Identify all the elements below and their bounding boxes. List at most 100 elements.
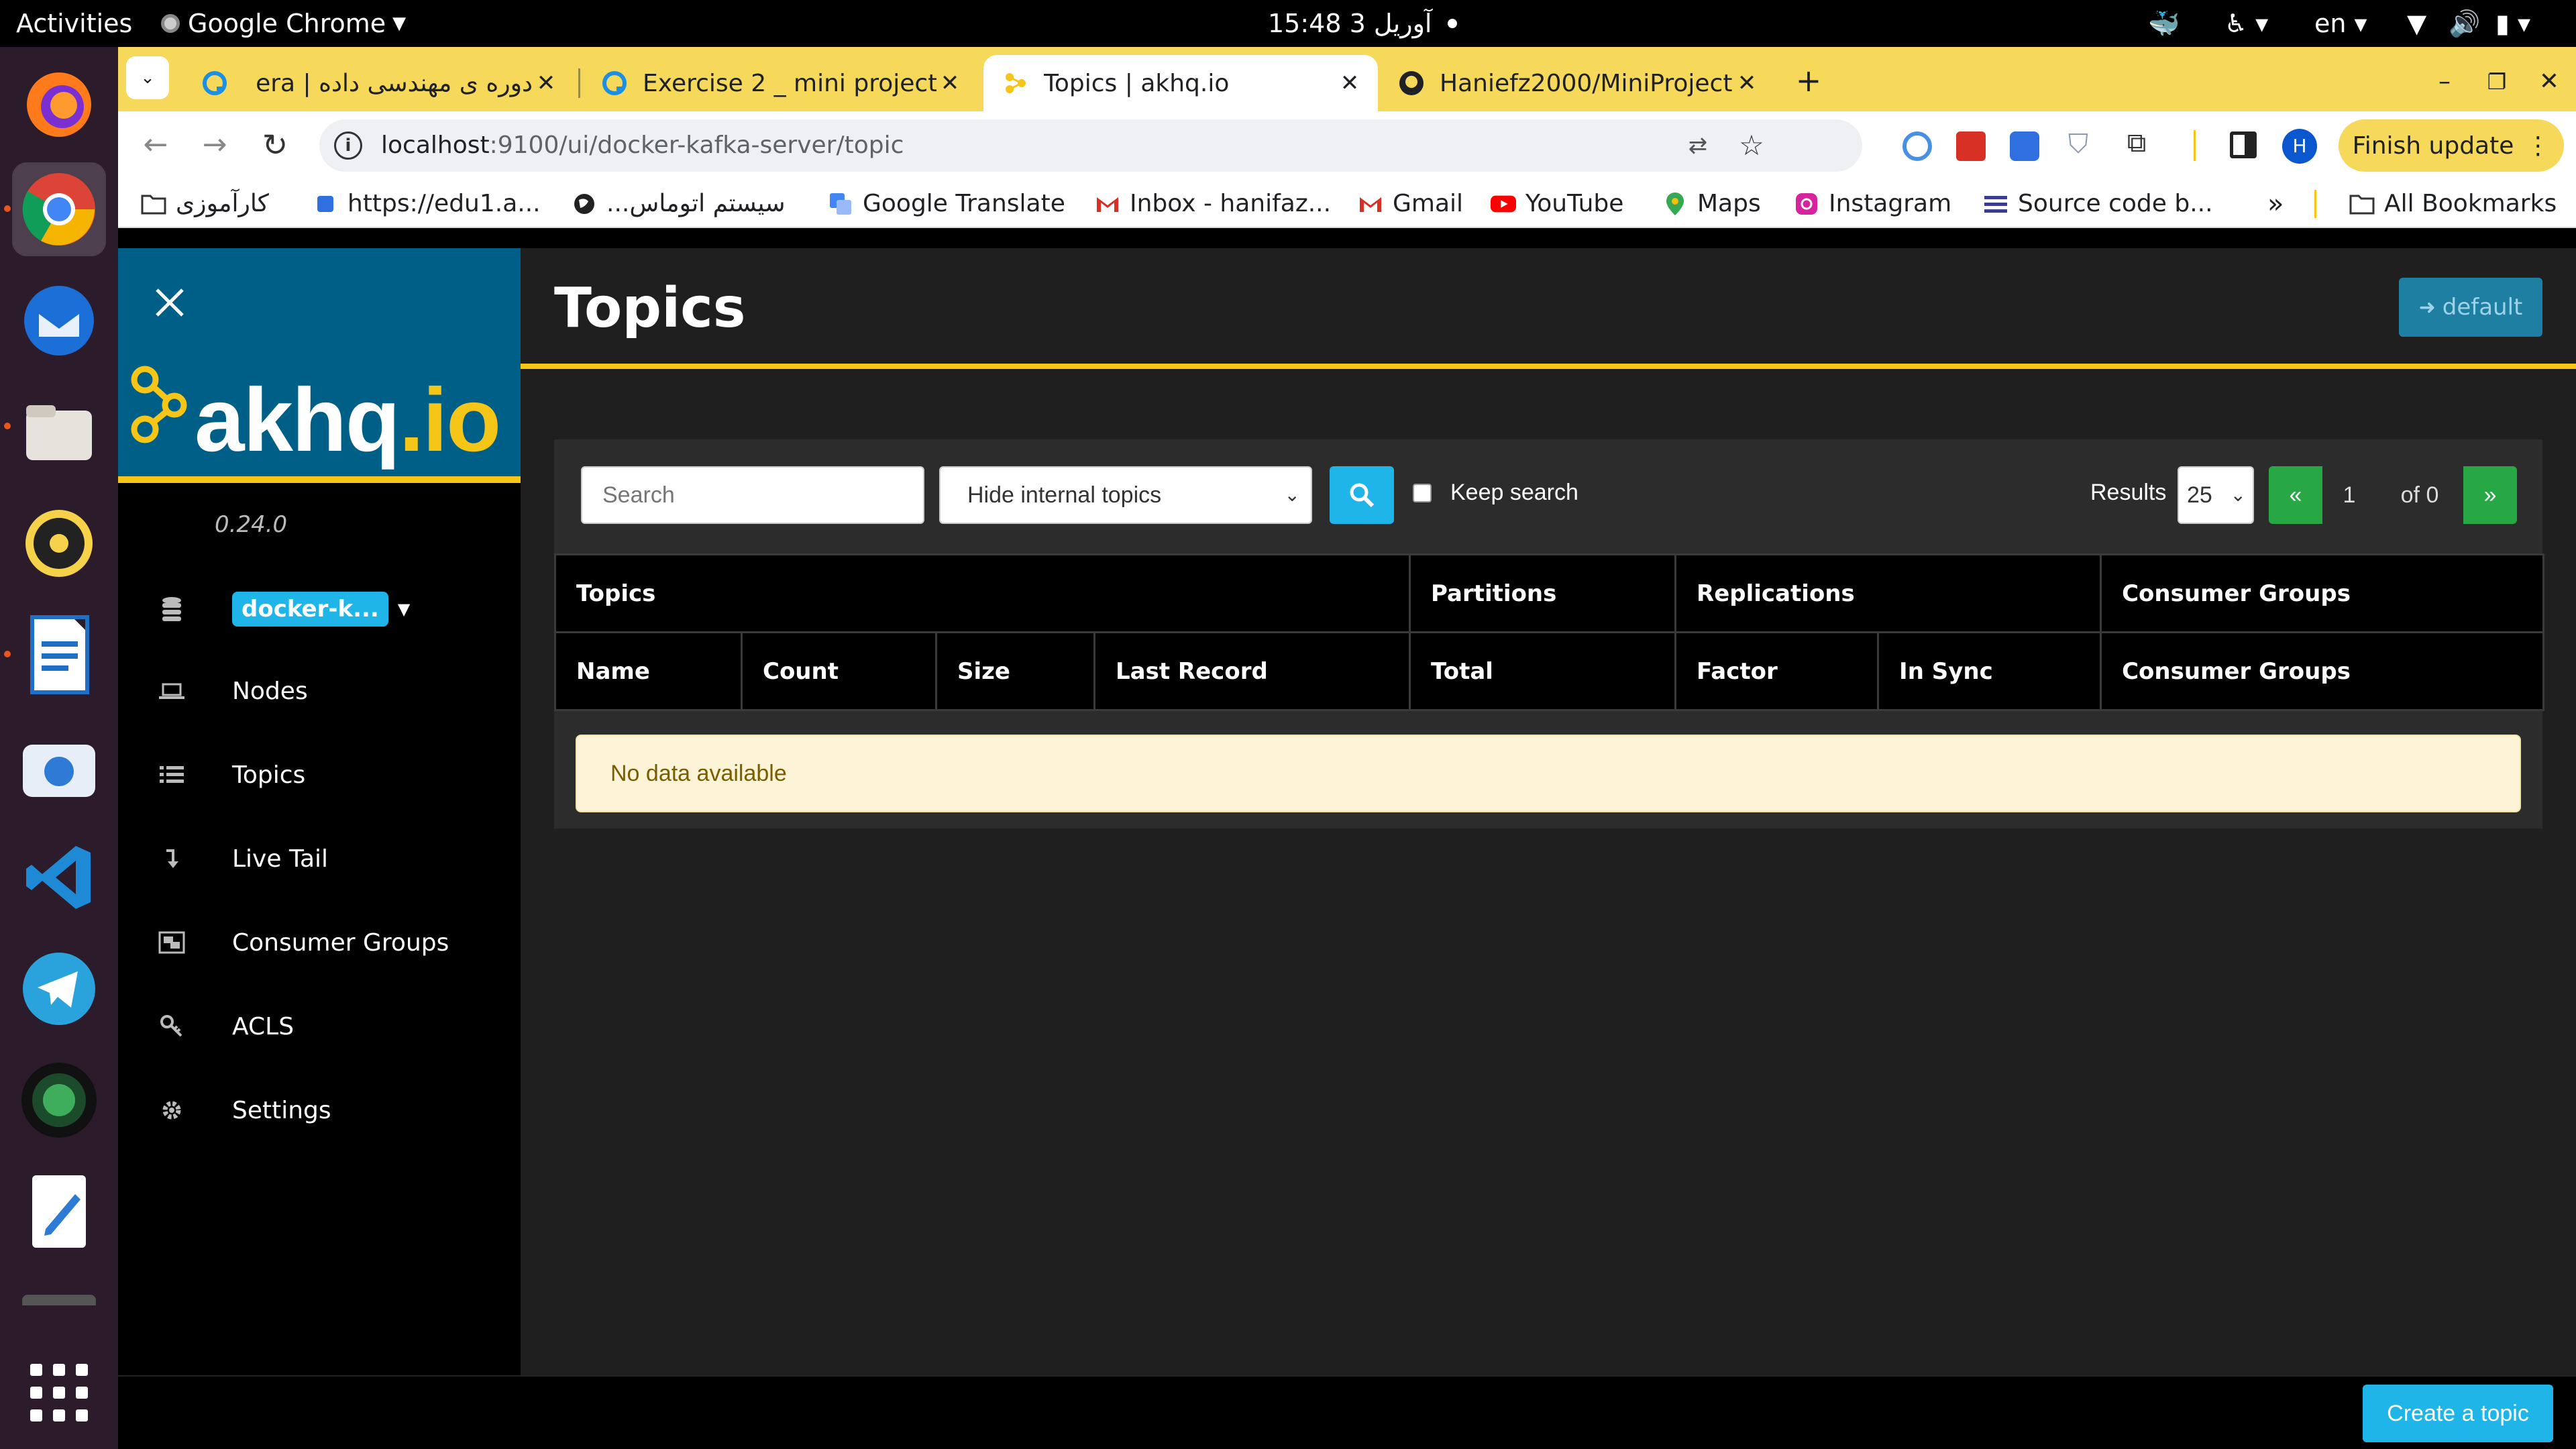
- column-header-name[interactable]: Name: [554, 631, 743, 711]
- bookmark-item[interactable]: Inbox - hanifaz...: [1095, 180, 1331, 228]
- vscode-icon[interactable]: [12, 830, 106, 924]
- finish-update-button[interactable]: Finish update ⋮: [2339, 119, 2564, 172]
- more-bookmarks-button[interactable]: »: [2267, 180, 2284, 228]
- bookmark-item[interactable]: Google Translate: [828, 180, 1065, 228]
- terminal-icon[interactable]: [12, 1287, 106, 1313]
- software-icon[interactable]: [12, 719, 106, 813]
- sidebar-item-label: Nodes: [232, 677, 308, 705]
- column-header-count[interactable]: Count: [741, 631, 937, 711]
- forward-button[interactable]: →: [195, 125, 235, 165]
- address-bar[interactable]: i localhost:9100/ui/docker-kafka-server/…: [319, 119, 1862, 172]
- activities-button[interactable]: Activities: [16, 0, 132, 47]
- close-icon: [156, 288, 184, 317]
- translate-icon[interactable]: ⇄: [1681, 129, 1715, 162]
- extension-blue-icon[interactable]: [2010, 131, 2039, 161]
- firefox-icon[interactable]: [12, 58, 106, 152]
- column-header-total[interactable]: Total: [1409, 631, 1677, 711]
- column-header-consumer-groups[interactable]: Consumer Groups: [2100, 631, 2545, 711]
- cluster-selector[interactable]: docker-k... ▼: [152, 582, 410, 636]
- running-indicator: [4, 423, 11, 429]
- back-button[interactable]: ←: [136, 125, 176, 165]
- site-info-icon[interactable]: i: [334, 131, 362, 160]
- table-group-header-row: Topics Partitions Replications Consumer …: [553, 553, 2545, 633]
- battery-icon[interactable]: ▮ ▾: [2496, 0, 2530, 47]
- reload-button[interactable]: ↻: [255, 125, 295, 165]
- close-icon[interactable]: ✕: [1336, 70, 1363, 97]
- wifi-icon[interactable]: ▼: [2407, 0, 2426, 47]
- user-button[interactable]: ➜ default: [2399, 278, 2542, 337]
- app-version: 0.24.0: [215, 511, 288, 538]
- create-topic-button[interactable]: Create a topic: [2363, 1385, 2553, 1442]
- thunderbird-icon[interactable]: [12, 274, 106, 368]
- globe-icon: [313, 191, 338, 217]
- bookmark-item[interactable]: Source code b...: [1983, 180, 2213, 228]
- clock[interactable]: 15:48 آوریل 3: [1268, 0, 1458, 47]
- profile-avatar[interactable]: H: [2282, 129, 2317, 164]
- column-header-in-sync[interactable]: In Sync: [1877, 631, 2102, 711]
- first-page-button[interactable]: «: [2269, 466, 2322, 524]
- bookmark-item[interactable]: https://edu1.a...: [313, 180, 541, 228]
- extensions-puzzle-icon[interactable]: ⧉: [2120, 127, 2153, 161]
- close-icon[interactable]: ✕: [936, 70, 963, 97]
- tab-search-button[interactable]: ⌄: [126, 56, 169, 99]
- column-header-size[interactable]: Size: [935, 631, 1095, 711]
- tab-exercise[interactable]: Exercise 2 _ mini project ✕: [582, 55, 978, 111]
- page-header: Topics ➜ default: [521, 248, 2576, 369]
- bookmark-item[interactable]: YouTube: [1491, 180, 1623, 228]
- akhq-logo[interactable]: akhq.io: [127, 349, 517, 470]
- current-page[interactable]: 1: [2322, 466, 2376, 524]
- arrow-left-icon: ←: [143, 127, 168, 162]
- page-size-select[interactable]: 25 ⌄: [2178, 466, 2254, 524]
- search-icon: [1350, 483, 1375, 508]
- shield-icon[interactable]: ⛉: [2063, 129, 2093, 162]
- tab-github[interactable]: Haniefz2000/MiniProject ✕: [1379, 55, 1775, 111]
- sidebar-item-acls[interactable]: ACLS: [152, 1000, 294, 1053]
- bookmark-item[interactable]: Instagram: [1794, 180, 1951, 228]
- close-icon[interactable]: ✕: [533, 70, 559, 97]
- maximize-button[interactable]: ❐: [2478, 63, 2516, 101]
- tab-akhq[interactable]: Topics | akhq.io ✕: [983, 55, 1378, 111]
- search-input[interactable]: [581, 466, 924, 524]
- accessibility-icon[interactable]: ♿ ▾: [2224, 0, 2268, 47]
- sidebar-item-live-tail[interactable]: Live Tail: [152, 832, 328, 885]
- all-bookmarks-button[interactable]: All Bookmarks: [2349, 180, 2557, 228]
- next-page-button[interactable]: »: [2463, 466, 2517, 524]
- writer-icon[interactable]: [12, 608, 106, 702]
- bookmark-item[interactable]: Maps: [1662, 180, 1761, 228]
- sidebar-item-consumer-groups[interactable]: Consumer Groups: [152, 916, 449, 969]
- tab-era[interactable]: دوره ی مهندسی داده | era ✕: [182, 55, 574, 111]
- topic-filter-select[interactable]: Hide internal topics ⌄: [939, 466, 1312, 524]
- column-header-last-record[interactable]: Last Record: [1093, 631, 1411, 711]
- extension-circle-icon[interactable]: [1902, 131, 1932, 161]
- chrome-icon[interactable]: [12, 162, 106, 256]
- files-icon[interactable]: [12, 385, 106, 479]
- side-panel-icon[interactable]: [2230, 131, 2257, 158]
- cluster-badge[interactable]: docker-k...: [232, 592, 388, 627]
- close-icon[interactable]: ✕: [1733, 70, 1760, 97]
- telegram-icon[interactable]: [12, 942, 106, 1036]
- text-editor-icon[interactable]: [12, 1165, 106, 1258]
- show-apps-icon[interactable]: [12, 1346, 106, 1440]
- column-header-factor[interactable]: Factor: [1674, 631, 1880, 711]
- sidebar-close-button[interactable]: [146, 279, 193, 326]
- docker-tray-icon[interactable]: 🐳: [2148, 0, 2180, 47]
- camera-icon[interactable]: [12, 1053, 106, 1147]
- sidebar-item-nodes[interactable]: Nodes: [152, 664, 308, 718]
- new-tab-button[interactable]: +: [1788, 60, 1829, 101]
- minimize-button[interactable]: –: [2426, 63, 2463, 101]
- bookmark-item[interactable]: سیستم اتوماس...: [572, 180, 786, 228]
- volume-icon[interactable]: 🔊: [2449, 0, 2480, 47]
- bookmark-label: Gmail: [1393, 190, 1464, 217]
- app-menu[interactable]: Google Chrome ▼: [161, 0, 406, 47]
- sidebar-item-topics[interactable]: Topics: [152, 748, 305, 802]
- keep-search-checkbox[interactable]: [1413, 484, 1432, 502]
- extension-red-icon[interactable]: [1956, 131, 1986, 161]
- keyboard-layout[interactable]: en ▾: [2314, 0, 2367, 47]
- bookmark-star-icon[interactable]: ☆: [1735, 129, 1768, 162]
- search-button[interactable]: [1330, 466, 1394, 524]
- window-close-button[interactable]: ✕: [2530, 63, 2568, 101]
- bookmark-item[interactable]: Gmail: [1358, 180, 1463, 228]
- bookmark-item[interactable]: کارآموزی: [141, 180, 269, 228]
- rhythmbox-icon[interactable]: [12, 496, 106, 590]
- sidebar-item-settings[interactable]: Settings: [152, 1083, 331, 1137]
